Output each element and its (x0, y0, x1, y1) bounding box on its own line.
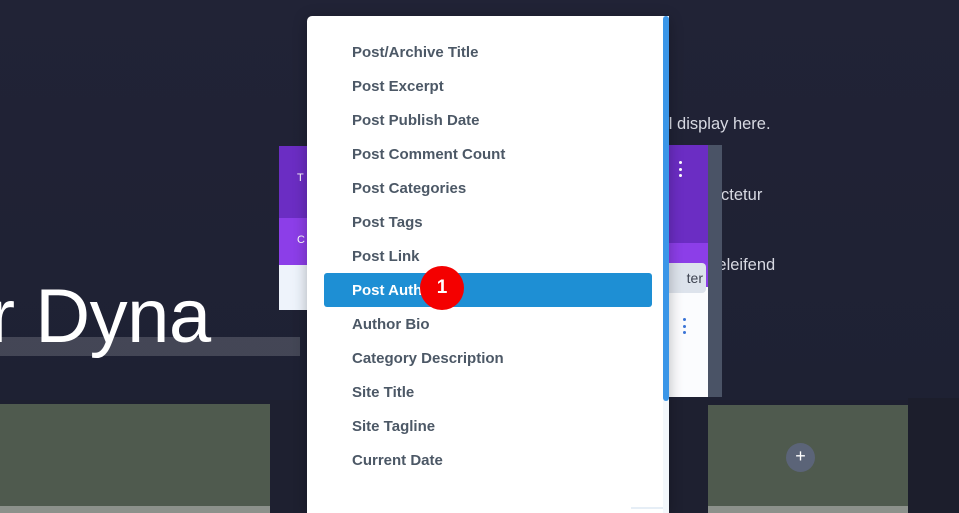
dropdown-item[interactable]: Category Description (324, 341, 652, 375)
dropdown-item[interactable]: Current Date (324, 443, 652, 477)
dropdown-item[interactable]: Post Excerpt (324, 69, 652, 103)
screen: ur Dyna st Title splay H xcerpt will dis… (0, 0, 959, 513)
dropdown-item[interactable]: Site Tagline (324, 409, 652, 443)
module-column-shadow (708, 145, 722, 397)
dropdown-item[interactable]: Author Bio (324, 307, 652, 341)
dynamic-content-dropdown[interactable]: Post/Archive Title Post Excerpt Post Publi… (307, 16, 669, 513)
dropdown-item[interactable]: Post Publish Date (324, 103, 652, 137)
module-options-icon[interactable] (678, 161, 682, 177)
dropdown-item[interactable]: Post/Archive Title (324, 35, 652, 69)
category-section-right-footer (708, 506, 908, 513)
module-left-primary-label: T (297, 172, 304, 184)
dropdown-item[interactable]: Post Link (324, 239, 652, 273)
module-options-icon[interactable] (682, 318, 686, 334)
dropdown-item[interactable]: Site Title (324, 375, 652, 409)
dropdown-item[interactable]: Post Comment Count (324, 137, 652, 171)
canvas-right-gutter (908, 398, 959, 513)
title-selection-bar (0, 337, 300, 356)
module-block-right-primary[interactable] (669, 145, 708, 243)
category-section-left-footer (0, 506, 270, 513)
dropdown-item[interactable]: Post Author (324, 273, 652, 307)
dropdown-item[interactable]: Post Categories (324, 171, 652, 205)
module-block-right-tertiary[interactable] (669, 287, 708, 397)
category-section-left: GORY 2 | 3 (0, 404, 270, 506)
add-module-button[interactable]: + (786, 443, 815, 472)
step-badge-1: 1 (420, 266, 464, 310)
dropdown-item[interactable]: Post Tags (324, 205, 652, 239)
module-left-secondary-label: C (297, 234, 305, 246)
dynamic-content-option-list: Post/Archive Title Post Excerpt Post Publi… (307, 16, 669, 477)
dropdown-scrollbar-thumb[interactable] (663, 16, 669, 401)
